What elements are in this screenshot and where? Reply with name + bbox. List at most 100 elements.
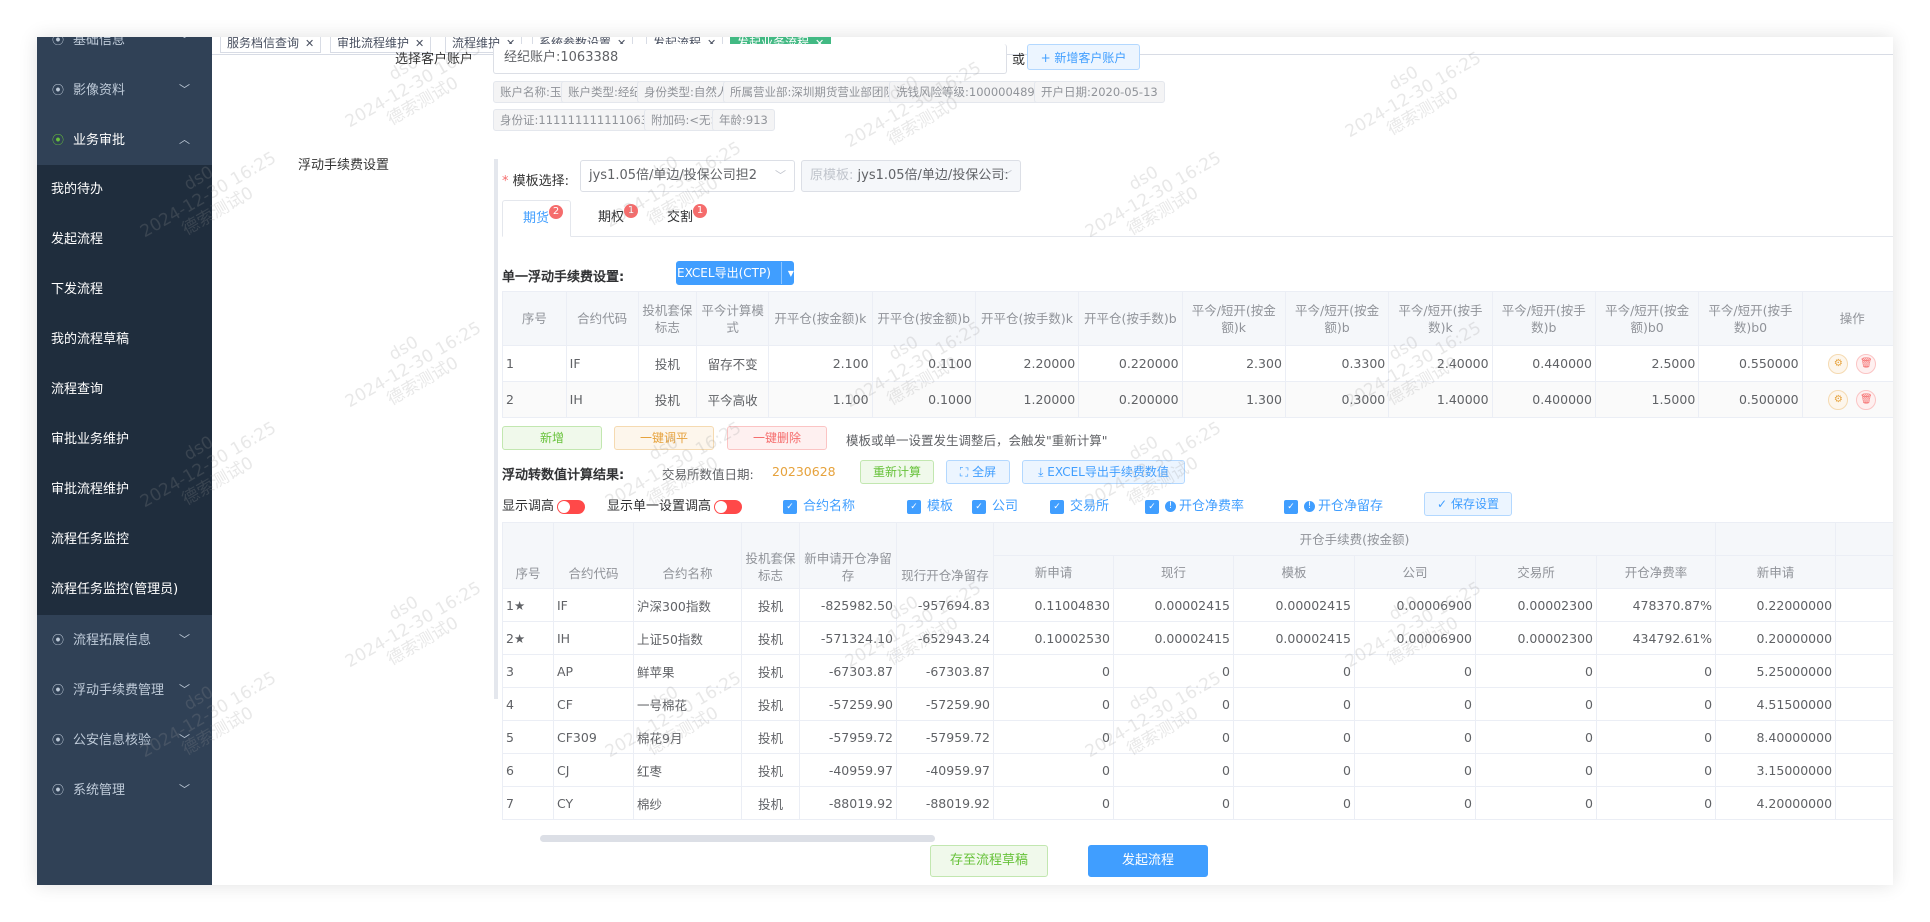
table-cell[interactable]: 0.500000 <box>1698 381 1803 418</box>
column-header: 新申请开仓净留存 <box>799 522 897 589</box>
checkbox-open-net-rate[interactable]: ✓! 开仓净费率 <box>1145 495 1244 514</box>
table-cell: 5.25000000 <box>1715 654 1837 688</box>
subtab-futures[interactable]: 期货 2 <box>502 200 571 237</box>
save-settings-button[interactable]: ✓ 保存设置 <box>1424 492 1512 516</box>
checkbox-checked-icon: ✓ <box>1284 499 1298 514</box>
fullscreen-button[interactable]: ⛶ 全屏 <box>946 460 1010 484</box>
table-cell[interactable]: 0.200000 <box>1078 381 1183 418</box>
checkbox-template[interactable]: ✓ 模板 <box>907 495 953 514</box>
settings-icon[interactable]: ⚙ <box>1828 353 1849 374</box>
sidebar-item-floating-fee[interactable]: ⦿ 浮动手续费管理 ﹀ <box>37 665 212 715</box>
checkbox-open-net-retention[interactable]: ✓! 开仓净留存 <box>1284 495 1383 514</box>
table-cell[interactable]: 1.5000 <box>1594 381 1700 418</box>
template-select[interactable]: jys1.05倍/单边/投保公司担2 ﹀ <box>580 160 795 192</box>
table-cell[interactable]: 0.1100 <box>871 345 976 382</box>
horizontal-scrollbar[interactable] <box>540 835 935 842</box>
table-cell[interactable]: 1.300 <box>1181 381 1286 418</box>
subtab-badge: 2 <box>549 205 563 219</box>
table-cell: 投机 <box>741 720 800 754</box>
table-cell: -88019.92 <box>799 786 897 820</box>
sidebar-item-image-data[interactable]: ⦿ 影像资料 ﹀ <box>37 65 212 115</box>
sidebar-item-approval-business-maint[interactable]: 审批业务维护 <box>37 415 212 465</box>
trash-icon[interactable]: 🗑 <box>1856 389 1877 410</box>
sidebar-item-process-query[interactable]: 流程查询 <box>37 365 212 415</box>
excel-export-fee-button[interactable]: ⤓ EXCEL导出手续费数值 <box>1022 460 1185 484</box>
table-cell[interactable]: 0.220000 <box>1078 345 1183 382</box>
recalculate-button[interactable]: 重新计算 <box>860 460 934 484</box>
table-cell[interactable]: 0.3300 <box>1284 345 1390 382</box>
submit-process-button[interactable]: 发起流程 <box>1088 845 1208 877</box>
table-cell: 0.00006900 <box>1354 621 1476 655</box>
table-cell[interactable]: 0.550000 <box>1698 345 1803 382</box>
show-up-label: 显示调高 <box>502 499 555 514</box>
sidebar-item-label: 流程拓展信息 <box>73 633 152 648</box>
sidebar-item-task-monitor[interactable]: 流程任务监控 <box>37 515 212 565</box>
table-cell: 0 <box>1595 654 1717 688</box>
sidebar-item-task-monitor-admin[interactable]: 流程任务监控(管理员) <box>37 565 212 615</box>
table-cell[interactable]: 2.100 <box>768 345 873 382</box>
table-cell[interactable]: 2.20000 <box>974 345 1080 382</box>
table-cell[interactable]: 1.100 <box>768 381 873 418</box>
checkbox-contract-name[interactable]: ✓ 合约名称 <box>783 495 855 514</box>
trash-icon[interactable]: 🗑 <box>1856 353 1877 374</box>
table-cell: 0 <box>1595 753 1717 787</box>
table-cell: -57959.72 <box>799 720 897 754</box>
table-cell[interactable]: 2.300 <box>1181 345 1286 382</box>
sidebar-group-business-approval[interactable]: ⦿ 业务审批 ︿ <box>37 115 212 165</box>
checkbox-label: 交易所 <box>1070 499 1110 514</box>
table-cell[interactable]: 0.1000 <box>871 381 976 418</box>
subtab-delivery[interactable]: 交割 1 <box>647 200 736 236</box>
sidebar-item-issue-process[interactable]: 下发流程 <box>37 265 212 315</box>
balance-all-button[interactable]: 一键调平 <box>614 426 714 450</box>
account-input[interactable]: 经纪账户:1063388 <box>493 44 1007 74</box>
new-account-button[interactable]: + 新增客户账户 <box>1027 44 1140 70</box>
table-cell[interactable]: 1.20000 <box>974 381 1080 418</box>
sidebar-item-process-extension[interactable]: ⦿ 流程拓展信息 ﹀ <box>37 615 212 665</box>
checkbox-company[interactable]: ✓ 公司 <box>972 495 1018 514</box>
sidebar-item-basic-info[interactable]: ⦿ 基础信息 ﹀ <box>37 37 212 65</box>
table-cell[interactable]: 2.5000 <box>1594 345 1700 382</box>
add-row-button[interactable]: 新增 <box>502 426 602 450</box>
table-row: 5 CF309 棉花9月 投机 -57959.72 -57959.72 0 0 0 0 0 0 8.40… <box>502 720 1893 754</box>
location-pin-icon: ⦿ <box>51 37 64 47</box>
save-draft-button[interactable]: 存至流程草稿 <box>930 845 1048 877</box>
show-single-up-toggle[interactable] <box>714 499 743 514</box>
template-select-value: jys1.05倍/单边/投保公司担2 <box>589 168 758 183</box>
caret-down-icon[interactable]: ▾ <box>780 262 794 284</box>
row-actions: ⚙ 🗑 <box>1801 381 1893 418</box>
settings-icon[interactable]: ⚙ <box>1828 389 1849 410</box>
table-cell: 0.22000000 <box>1715 588 1837 622</box>
tab-service-query[interactable]: 服务档信查询 ✕ <box>220 37 322 53</box>
fullscreen-icon: ⛶ <box>959 465 969 479</box>
info-icon: ! <box>1304 501 1315 512</box>
table-cell-spacer <box>1835 753 1893 787</box>
sidebar-item-police-verify[interactable]: ⦿ 公安信息核验 ﹀ <box>37 715 212 765</box>
column-header: 现行开仓净留存 <box>896 522 994 589</box>
sidebar-item-my-drafts[interactable]: 我的流程草稿 <box>37 315 212 365</box>
table-cell: 0 <box>993 687 1114 721</box>
table-row: 1★ IF 沪深300指数 投机 -825982.50 -957694.83 0.11004… <box>502 588 1893 622</box>
table-cell: 4 <box>502 687 554 721</box>
checkbox-checked-icon: ✓ <box>783 499 797 514</box>
table-cell[interactable]: 2.40000 <box>1388 345 1493 382</box>
sidebar-item-start-process[interactable]: 发起流程 <box>37 215 212 265</box>
checkbox-exchange[interactable]: ✓ 交易所 <box>1050 495 1109 514</box>
table-cell: 红枣 <box>633 753 742 787</box>
table-cell[interactable]: 0.440000 <box>1491 345 1596 382</box>
sidebar-item-my-todo[interactable]: 我的待办 <box>37 165 212 215</box>
tab-label: 服务档信查询 <box>227 37 300 50</box>
column-header: 操作 <box>1801 291 1893 346</box>
show-up-toggle[interactable] <box>557 499 586 514</box>
sidebar-item-approval-process-maint[interactable]: 审批流程维护 <box>37 465 212 515</box>
excel-export-ctp-button[interactable]: EXCEL导出(CTP) ▾ <box>676 261 794 285</box>
delete-all-button[interactable]: 一键删除 <box>727 426 827 450</box>
table-cell[interactable]: 0.3000 <box>1284 381 1390 418</box>
table-cell: -57259.90 <box>799 687 897 721</box>
table-cell[interactable]: 0.400000 <box>1491 381 1596 418</box>
table-cell[interactable]: 1.40000 <box>1388 381 1493 418</box>
table-cell: 上证50指数 <box>633 621 742 655</box>
table-cell: 投机 <box>741 654 800 688</box>
table-cell: 投机 <box>741 753 800 787</box>
sidebar-item-system-admin[interactable]: ⦿ 系统管理 ﹀ <box>37 765 212 815</box>
close-icon[interactable]: ✕ <box>305 37 314 50</box>
